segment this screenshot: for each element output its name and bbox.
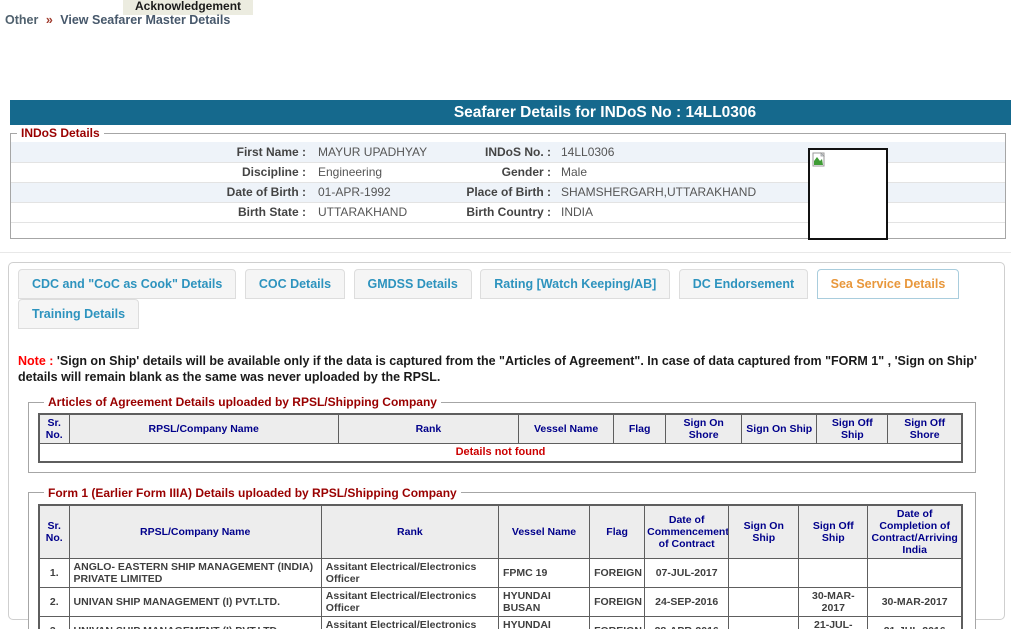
date-of-birth-value: 01-APR-1992 [306,182,451,202]
first-name-label: First Name : [11,142,306,162]
form1-table-row: 1. ANGLO- EASTERN SHIP MANAGEMENT (INDIA… [39,558,962,587]
form1-row2-completion: 30-MAR-2017 [868,587,962,616]
tab-rating-watch-keeping-ab[interactable]: Rating [Watch Keeping/AB] [480,269,670,299]
details-not-found-message: Details not found [39,444,962,462]
note-text: 'Sign on Ship' details will be available… [18,354,977,384]
tab-dc-endorsement[interactable]: DC Endorsement [679,269,808,299]
form1-row1-completion [868,558,962,587]
articles-header-sign-off-shore: Sign Off Shore [888,414,962,444]
form1-row3-sign-off-ship: 21-JUL-2016 [799,616,868,629]
birth-country-value: INDIA [551,202,1005,222]
date-of-birth-label: Date of Birth : [11,182,306,202]
form1-header-row: Sr. No. RPSL/Company Name Rank Vessel Na… [39,505,962,559]
indos-no-label: INDoS No. : [451,142,551,162]
articles-header-flag: Flag [614,414,666,444]
form1-header-sr-no: Sr. No. [39,505,69,559]
form1-header-commencement: Date of Commencement of Contract [645,505,729,559]
form1-table: Sr. No. RPSL/Company Name Rank Vessel Na… [38,504,963,629]
form1-legend: Form 1 (Earlier Form IIIA) Details uploa… [44,486,461,500]
tab-training-details[interactable]: Training Details [18,299,139,329]
form1-row2-sign-off-ship: 30-MAR-2017 [799,587,868,616]
articles-header-sr-no: Sr. No. [39,414,69,444]
discipline-value: Engineering [306,162,451,182]
form1-row3-flag: FOREIGN [590,616,645,629]
first-name-value: MAYUR UPADHYAY [306,142,451,162]
articles-header-sign-off-ship: Sign Off Ship [817,414,888,444]
indos-details-legend: INDoS Details [17,126,104,140]
articles-of-agreement-table: Sr. No. RPSL/Company Name Rank Vessel Na… [38,413,963,463]
form1-row1-sign-off-ship [799,558,868,587]
horizontal-divider [0,252,1011,253]
form1-row1-commencement: 07-JUL-2017 [645,558,729,587]
form1-row3-commencement: 28-APR-2016 [645,616,729,629]
tab-bar: CDC and "CoC as Cook" Details COC Detail… [18,269,1004,329]
articles-header-sign-on-shore: Sign On Shore [666,414,742,444]
breadcrumb-other[interactable]: Other [5,13,38,27]
form1-row3-rank: Assitant Electrical/Electronics Officer [321,616,498,629]
articles-header-company: RPSL/Company Name [69,414,338,444]
indos-details-fieldset: INDoS Details First Name : MAYUR UPADHYA… [10,126,1006,239]
form1-header-sign-on-ship: Sign On Ship [729,505,799,559]
articles-header-vessel: Vessel Name [519,414,614,444]
articles-of-agreement-fieldset: Articles of Agreement Details uploaded b… [28,395,976,473]
birth-state-label: Birth State : [11,202,306,222]
place-of-birth-value: SHAMSHERGARH,UTTARAKHAND [551,182,1005,202]
form1-table-row: 2. UNIVAN SHIP MANAGEMENT (I) PVT.LTD. A… [39,587,962,616]
broken-image-icon [812,152,828,168]
articles-header-row: Sr. No. RPSL/Company Name Rank Vessel Na… [39,414,962,444]
form1-row2-flag: FOREIGN [590,587,645,616]
tab-cdc-coc-as-cook-details[interactable]: CDC and "CoC as Cook" Details [18,269,236,299]
page-title: Seafarer Details for INDoS No : 14LL0306 [454,104,756,121]
form1-row1-rank: Assitant Electrical/Electronics Officer [321,558,498,587]
breadcrumb: Other » View Seafarer Master Details [5,13,230,27]
form1-row2-sign-on-ship [729,587,799,616]
form1-row2-vessel: HYUNDAI BUSAN [498,587,589,616]
birth-state-value: UTTARAKHAND [306,202,451,222]
form1-row2-company: UNIVAN SHIP MANAGEMENT (I) PVT.LTD. [69,587,321,616]
gender-label: Gender : [451,162,551,182]
form1-row3-completion: 21-JUL-2016 [868,616,962,629]
note-label: Note : [18,354,53,368]
breadcrumb-separator-icon: » [42,13,57,27]
form1-header-rank: Rank [321,505,498,559]
form1-row3-company: UNIVAN SHIP MANAGEMENT (I) PVT.LTD. [69,616,321,629]
gender-value: Male [551,162,1005,182]
breadcrumb-view-seafarer-master-details[interactable]: View Seafarer Master Details [60,13,230,27]
articles-header-rank: Rank [338,414,518,444]
sign-on-ship-note: Note : 'Sign on Ship' details will be av… [18,353,992,385]
form1-fieldset: Form 1 (Earlier Form IIIA) Details uploa… [28,486,976,629]
seafarer-photo-placeholder [808,148,888,240]
form1-row1-sr: 1. [39,558,69,587]
birth-country-label: Birth Country : [451,202,551,222]
form1-row2-commencement: 24-SEP-2016 [645,587,729,616]
indos-no-value: 14LL0306 [551,142,1005,162]
page-title-banner: Seafarer Details for INDoS No : 14LL0306 [10,100,1011,125]
tab-sea-service-details[interactable]: Sea Service Details [817,269,960,299]
form1-header-vessel: Vessel Name [498,505,589,559]
form1-header-sign-off-ship: Sign Off Ship [799,505,868,559]
tab-coc-details[interactable]: COC Details [245,269,345,299]
form1-row2-rank: Assitant Electrical/Electronics Officer [321,587,498,616]
form1-row3-sign-on-ship [729,616,799,629]
form1-row1-flag: FOREIGN [590,558,645,587]
form1-row1-sign-on-ship [729,558,799,587]
form1-header-completion: Date of Completion of Contract/Arriving … [868,505,962,559]
form1-row1-vessel: FPMC 19 [498,558,589,587]
form1-header-company: RPSL/Company Name [69,505,321,559]
articles-header-sign-on-ship: Sign On Ship [742,414,817,444]
form1-row2-sr: 2. [39,587,69,616]
form1-header-flag: Flag [590,505,645,559]
articles-of-agreement-legend: Articles of Agreement Details uploaded b… [44,395,441,409]
discipline-label: Discipline : [11,162,306,182]
form1-row1-company: ANGLO- EASTERN SHIP MANAGEMENT (INDIA) P… [69,558,321,587]
form1-row3-sr: 3. [39,616,69,629]
form1-row3-vessel: HYUNDAI BUSAN [498,616,589,629]
articles-empty-row: Details not found [39,444,962,462]
tab-gmdss-details[interactable]: GMDSS Details [354,269,472,299]
seafarer-details-tab-panel: CDC and "CoC as Cook" Details COC Detail… [8,262,1005,620]
place-of-birth-label: Place of Birth : [451,182,551,202]
form1-table-row: 3. UNIVAN SHIP MANAGEMENT (I) PVT.LTD. A… [39,616,962,629]
